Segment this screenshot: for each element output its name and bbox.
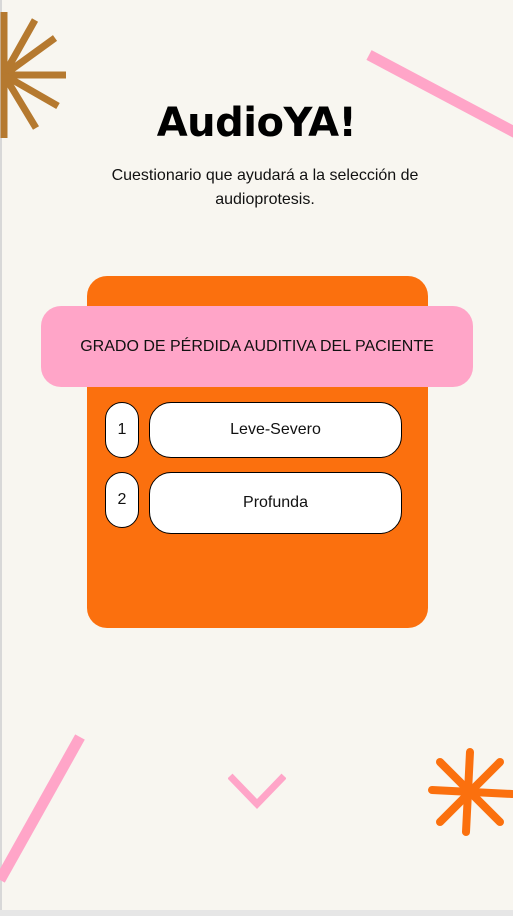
option-button-leve-severo[interactable]: Leve-Severo (149, 402, 402, 458)
question-text: GRADO DE PÉRDIDA AUDITIVA DEL PACIENTE (80, 337, 434, 355)
option-label: Profunda (243, 494, 308, 511)
option-button-profunda[interactable]: Profunda (149, 472, 402, 534)
asterisk-icon (428, 748, 513, 836)
app-title: AudioYA! (156, 100, 357, 146)
question-banner: GRADO DE PÉRDIDA AUDITIVA DEL PACIENTE (41, 306, 473, 387)
option-number-2[interactable]: 2 (105, 472, 139, 528)
option-number-1[interactable]: 1 (105, 402, 139, 458)
option-number-label: 2 (117, 491, 127, 508)
app-screen: AudioYA! Cuestionario que ayudará a la s… (0, 0, 513, 910)
option-label: Leve-Severo (230, 421, 321, 438)
option-number-label: 1 (117, 421, 127, 438)
pink-line-bottom-left (0, 734, 85, 883)
bottom-bar (0, 910, 513, 916)
chevron-down-icon[interactable] (228, 770, 286, 810)
app-subtitle: Cuestionario que ayudará a la selección … (111, 167, 419, 208)
